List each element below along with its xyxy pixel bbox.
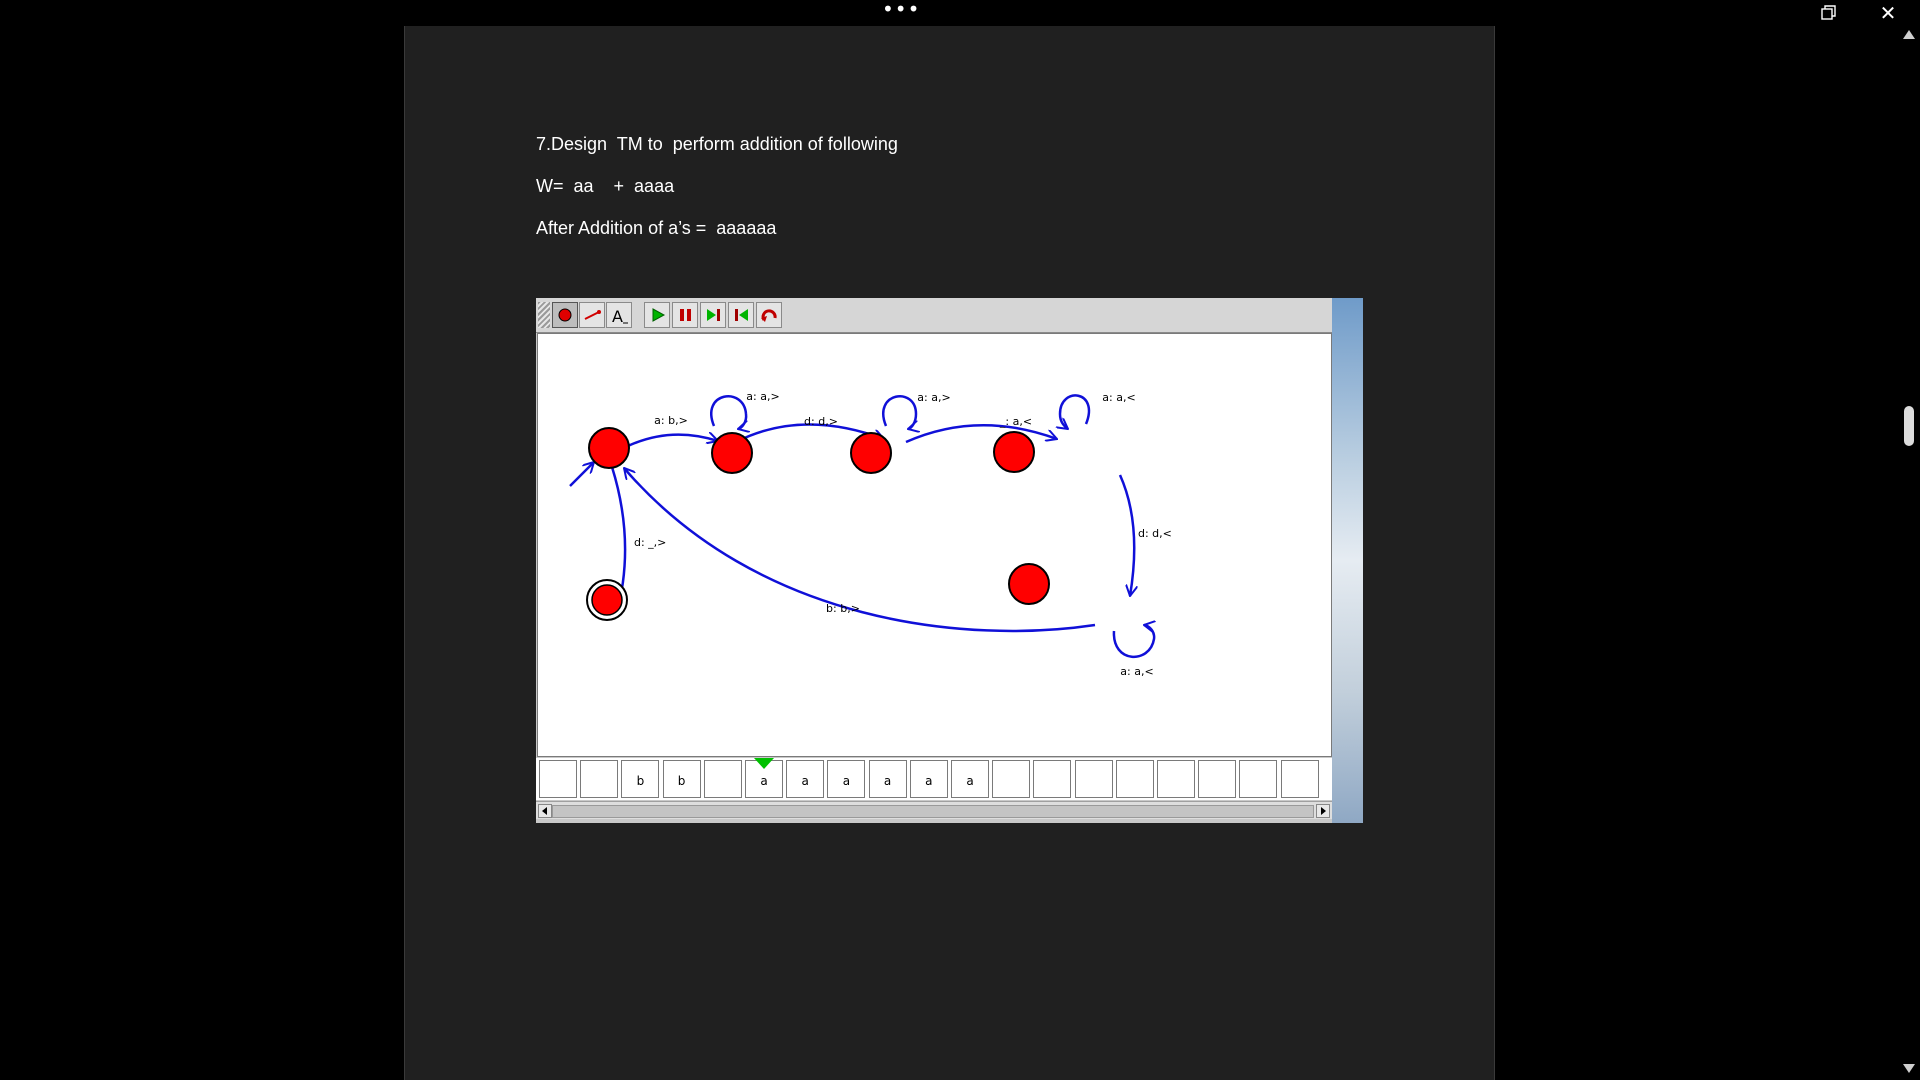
tape-cell (1157, 760, 1195, 798)
tape-cell (1198, 760, 1237, 798)
tape-cell (1239, 760, 1278, 798)
tape-cell (580, 760, 619, 798)
toolbar-grip-icon (538, 302, 550, 328)
label-loop-q3: a: a,< (1102, 391, 1135, 404)
label-loop-q1: a: a,> (746, 390, 779, 403)
horizontal-scrollbar[interactable] (536, 801, 1332, 819)
restore-icon[interactable] (1816, 3, 1840, 23)
tape-cell: a (951, 760, 989, 798)
tape-cell (703, 760, 742, 798)
loop-q2[interactable] (882, 395, 916, 429)
result-string: After Addition of a’s = aaaaaa (536, 218, 777, 238)
tape-cell (992, 760, 1031, 798)
transition-q0-q1[interactable] (627, 435, 718, 448)
tape: bbaaaaaa (536, 758, 1332, 800)
scroll-right-icon[interactable] (1316, 804, 1330, 818)
svg-text:A: A (612, 307, 623, 326)
tape-cell (1074, 760, 1113, 798)
pause-icon[interactable] (672, 302, 698, 328)
scroll-thumb[interactable] (1904, 406, 1914, 446)
background-strip (1332, 298, 1363, 823)
tape-cell: a (868, 760, 907, 798)
label-q0-q1: a: b,> (654, 414, 688, 427)
loop-q4[interactable] (1112, 625, 1154, 658)
loop-q1[interactable] (710, 395, 746, 429)
state-q2[interactable] (850, 432, 892, 474)
input-string: W= aa + aaaa (536, 176, 675, 196)
jflap-toolbar: A (536, 298, 1332, 333)
window-titlebar: ••• ✕ (0, 0, 1920, 26)
tape-cell: a (786, 760, 825, 798)
state-q3[interactable] (993, 431, 1035, 473)
jflap-screenshot: A a: b,> a: a,> d: d,> a: a,> _: a,< a: … (536, 298, 1363, 823)
automaton-canvas[interactable]: a: b,> a: a,> d: d,> a: a,> _: a,< a: a,… (537, 333, 1332, 757)
loop-q3[interactable] (1060, 394, 1091, 429)
reset-icon[interactable] (756, 302, 782, 328)
scroll-up-icon[interactable] (1903, 30, 1915, 39)
transition-q3-q4[interactable] (1118, 474, 1134, 596)
label-q0-final: d: _,> (634, 536, 666, 549)
label-q2-q3: _: a,< (999, 415, 1032, 428)
question-title: 7.Design TM to perform addition of follo… (536, 134, 898, 154)
tape-cell: b (621, 760, 660, 798)
tape-cell: a (909, 760, 948, 798)
step-forward-icon[interactable] (700, 302, 726, 328)
label-loop-q2: a: a,> (917, 391, 950, 404)
label-q3-q4: d: d,< (1138, 527, 1172, 540)
tape-cell: b (662, 760, 701, 798)
tape-cell (1280, 760, 1319, 798)
label-loop-q4: a: a,< (1120, 665, 1153, 678)
tape-cell: a (827, 760, 866, 798)
scroll-left-icon[interactable] (538, 804, 552, 818)
close-icon[interactable]: ✕ (1876, 2, 1900, 24)
state-q1[interactable] (711, 432, 753, 474)
state-tool-icon[interactable] (552, 302, 578, 328)
run-icon[interactable] (644, 302, 670, 328)
label-q4-q0: b: b,> (826, 602, 860, 615)
step-back-icon[interactable] (728, 302, 754, 328)
label-tool-icon[interactable]: A (606, 302, 632, 328)
state-q4[interactable] (1008, 563, 1050, 605)
scroll-down-icon[interactable] (1903, 1064, 1915, 1073)
hscroll-thumb[interactable] (552, 805, 1314, 818)
tape-cell (1033, 760, 1072, 798)
start-arrow (569, 462, 594, 487)
tape-cell (1115, 760, 1154, 798)
vertical-scrollbar[interactable] (1898, 26, 1920, 1080)
tape-cell (539, 760, 577, 798)
state-q0[interactable] (588, 427, 630, 469)
tape-head-icon (754, 758, 774, 769)
ellipsis-icon[interactable]: ••• (882, 0, 919, 26)
transition-tool-icon[interactable] (579, 302, 605, 328)
transition-q2-q3[interactable] (905, 423, 1057, 444)
state-final[interactable] (586, 579, 628, 621)
label-q1-q2: d: d,> (804, 415, 838, 428)
